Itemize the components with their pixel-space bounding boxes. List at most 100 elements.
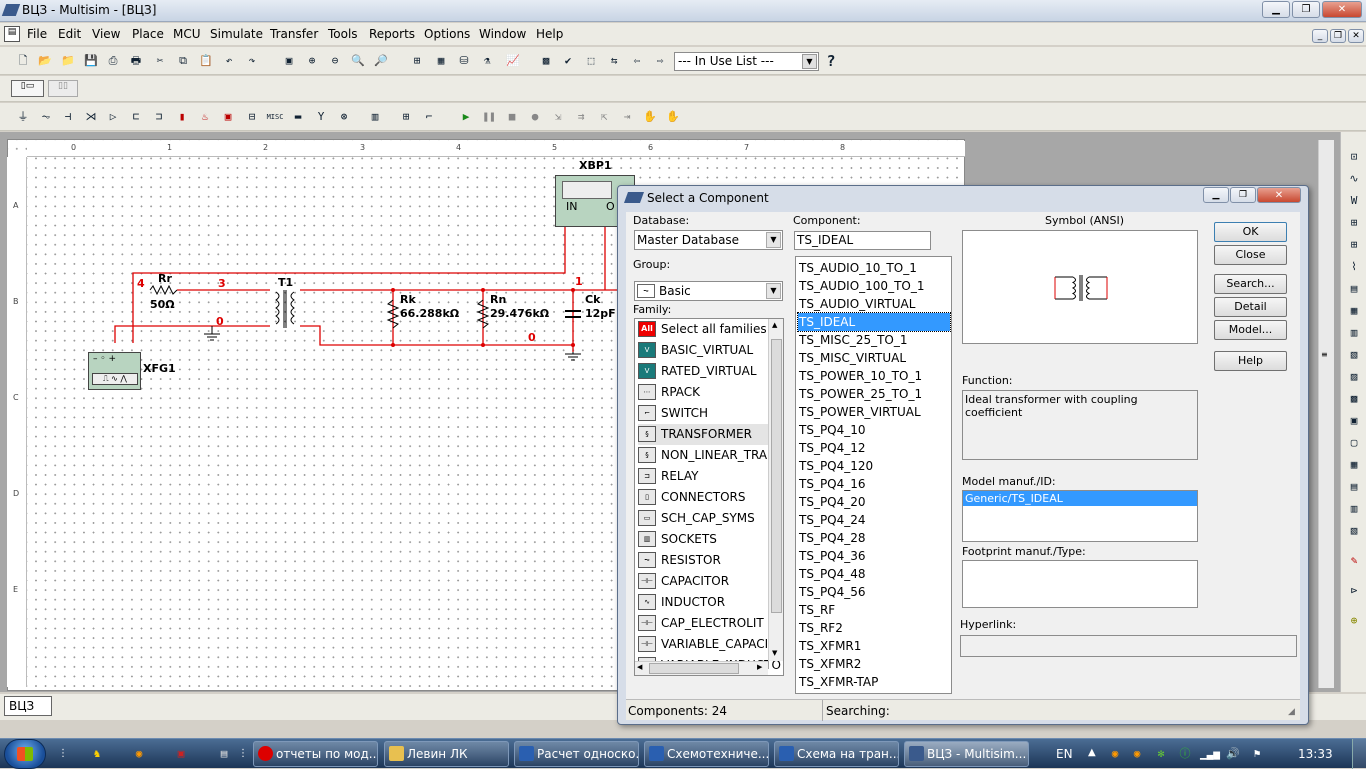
language-indicator[interactable]: EN: [1056, 747, 1073, 761]
tray-info-icon[interactable]: ⓘ: [1176, 745, 1194, 763]
quicklaunch-save-icon[interactable]: ▣: [172, 745, 190, 763]
task-opera[interactable]: отчеты по мод...: [253, 741, 378, 767]
component-item[interactable]: TS_RF2: [798, 619, 950, 637]
component-item[interactable]: TS_XFMR-TAP: [798, 673, 950, 691]
component-item[interactable]: TS_PQ4_36: [798, 547, 950, 565]
word-generator-icon[interactable]: ▦: [1345, 302, 1363, 320]
dialog-maximize-button[interactable]: ❐: [1230, 187, 1256, 203]
family-item[interactable]: ∿ INDUCTOR: [638, 592, 774, 613]
sheet-tab[interactable]: ВЦЗ: [4, 696, 52, 716]
quicklaunch-media-icon[interactable]: ◉: [130, 745, 148, 763]
agilent-generator-icon[interactable]: ▦: [1345, 456, 1363, 474]
component-item[interactable]: TS_MISC_VIRTUAL: [798, 349, 950, 367]
component-item[interactable]: TS_MISC_25_TO_1: [798, 331, 950, 349]
measurement-probe-icon[interactable]: ✎: [1345, 552, 1363, 570]
family-item[interactable]: § NON_LINEAR_TRANS: [638, 445, 783, 466]
component-item[interactable]: TS_POWER_VIRTUAL: [798, 403, 950, 421]
footprint-list[interactable]: [962, 560, 1198, 608]
function-generator-xfg1[interactable]: – ◦ + ⎍ ∿ ⋀: [88, 352, 141, 390]
show-desktop-button[interactable]: [1352, 739, 1366, 769]
agilent-oscilloscope-icon[interactable]: ▥: [1345, 500, 1363, 518]
help-button[interactable]: Help: [1214, 351, 1287, 371]
component-input[interactable]: TS_IDEAL: [794, 231, 931, 250]
chevron-down-icon[interactable]: ▼: [766, 232, 781, 248]
clock[interactable]: 13:33: [1298, 747, 1333, 761]
scroll-left-icon[interactable]: ◀: [637, 663, 642, 671]
bode-plotter-icon[interactable]: ⌇: [1345, 258, 1363, 276]
hyperlink-field[interactable]: [960, 635, 1297, 657]
task-multisim-active[interactable]: ВЦЗ - Multisim...: [904, 741, 1029, 767]
tray-app-icon[interactable]: ◉: [1128, 745, 1146, 763]
scroll-up-icon[interactable]: ▲: [772, 321, 777, 329]
component-item[interactable]: TS_POWER_10_TO_1: [798, 367, 950, 385]
quicklaunch-app-icon[interactable]: ♞: [88, 745, 106, 763]
component-item[interactable]: TS_PQ4_10: [798, 421, 950, 439]
family-item[interactable]: V RATED_VIRTUAL: [638, 361, 774, 382]
labview-icon[interactable]: ⊳: [1345, 582, 1363, 600]
family-item[interactable]: ▭ SCH_CAP_SYMS: [638, 508, 774, 529]
current-probe-icon[interactable]: ⊕: [1345, 612, 1363, 630]
component-item[interactable]: TS_XFMR1: [798, 637, 950, 655]
frequency-counter-icon[interactable]: ▤: [1345, 280, 1363, 298]
spectrum-analyzer-icon[interactable]: ▣: [1345, 412, 1363, 430]
scroll-right-icon[interactable]: ▶: [757, 663, 762, 671]
model-list[interactable]: Generic/TS_IDEAL: [962, 490, 1198, 542]
family-item[interactable]: ⊣⊢ CAP_ELECTROLIT: [638, 613, 774, 634]
family-item[interactable]: ⋯ RPACK: [638, 382, 774, 403]
function-generator-icon[interactable]: ∿: [1345, 170, 1363, 188]
tray-network-icon[interactable]: ✻: [1152, 745, 1170, 763]
task-folder[interactable]: Левин ЛК: [384, 741, 509, 767]
component-item[interactable]: TS_PQ4_28: [798, 529, 950, 547]
family-item[interactable]: All Select all families: [638, 319, 774, 340]
component-item[interactable]: TS_PQ4_16: [798, 475, 950, 493]
component-item[interactable]: TS_PQ4_48: [798, 565, 950, 583]
family-item[interactable]: ⌐ SWITCH: [638, 403, 774, 424]
task-word-1[interactable]: Расчет односко...: [514, 741, 639, 767]
volume-icon[interactable]: 🔊: [1224, 745, 1242, 763]
distortion-analyzer-icon[interactable]: ▩: [1345, 390, 1363, 408]
component-item[interactable]: TS_XFMR2: [798, 655, 950, 673]
logic-analyzer-icon[interactable]: ▥: [1345, 324, 1363, 342]
component-item[interactable]: TS_PQ4_12: [798, 439, 950, 457]
start-button[interactable]: [4, 739, 46, 769]
agilent-multimeter-icon[interactable]: ▤: [1345, 478, 1363, 496]
logic-converter-icon[interactable]: ▧: [1345, 346, 1363, 364]
model-item-selected[interactable]: Generic/TS_IDEAL: [963, 491, 1197, 506]
family-horizontal-scrollbar[interactable]: ◀ ▶: [635, 661, 768, 675]
component-item[interactable]: TS_PQ4_24: [798, 511, 950, 529]
network-analyzer-icon[interactable]: ▢: [1345, 434, 1363, 452]
component-item[interactable]: TS_AUDIO_VIRTUAL: [798, 295, 950, 313]
iv-analyzer-icon[interactable]: ▨: [1345, 368, 1363, 386]
component-item[interactable]: TS_PQ4_20: [798, 493, 950, 511]
component-item-selected[interactable]: TS_IDEAL: [797, 312, 951, 332]
scroll-down-icon[interactable]: ▼: [772, 649, 777, 657]
search-button[interactable]: Search...: [1214, 274, 1287, 294]
family-item[interactable]: ⏦ RESISTOR: [638, 550, 774, 571]
component-item[interactable]: TS_AUDIO_10_TO_1: [798, 259, 950, 277]
group-select[interactable]: ⏦ Basic ▼: [634, 281, 783, 301]
wattmeter-icon[interactable]: W: [1345, 192, 1363, 210]
component-item[interactable]: TS_PQ4_120: [798, 457, 950, 475]
family-item[interactable]: ⊣⊢ VARIABLE_CAPACITO: [638, 634, 783, 655]
component-item[interactable]: TS_RF: [798, 601, 950, 619]
component-item[interactable]: TS_POWER_25_TO_1: [798, 385, 950, 403]
tektronix-oscilloscope-icon[interactable]: ▧: [1345, 522, 1363, 540]
dialog-close-x-button[interactable]: ✕: [1257, 187, 1301, 203]
vertical-scrollbar[interactable]: ≡: [1318, 140, 1334, 688]
family-item[interactable]: ⊐ RELAY: [638, 466, 774, 487]
chevron-down-icon[interactable]: ▼: [766, 283, 781, 299]
signal-icon[interactable]: ▁▃▅: [1200, 745, 1220, 763]
action-center-icon[interactable]: ⚑: [1248, 745, 1266, 763]
family-item[interactable]: V BASIC_VIRTUAL: [638, 340, 774, 361]
oscilloscope-icon[interactable]: ⊞: [1345, 214, 1363, 232]
database-select[interactable]: Master Database ▼: [634, 230, 783, 250]
family-vertical-scrollbar[interactable]: ▲ ▼: [768, 319, 783, 661]
detail-report-button[interactable]: Detail Report: [1214, 297, 1287, 331]
component-list[interactable]: TS_AUDIO_10_TO_1 TS_AUDIO_100_TO_1 TS_AUDI…: [795, 256, 952, 694]
family-item-selected[interactable]: § TRANSFORMER: [638, 424, 774, 445]
family-scroll-thumb[interactable]: [771, 339, 782, 613]
quicklaunch-calc-icon[interactable]: ▤: [215, 745, 233, 763]
family-item[interactable]: ⊣⊢ CAPACITOR: [638, 571, 774, 592]
family-hscroll-thumb[interactable]: [649, 663, 739, 674]
dialog-minimize-button[interactable]: ▁: [1203, 187, 1229, 203]
